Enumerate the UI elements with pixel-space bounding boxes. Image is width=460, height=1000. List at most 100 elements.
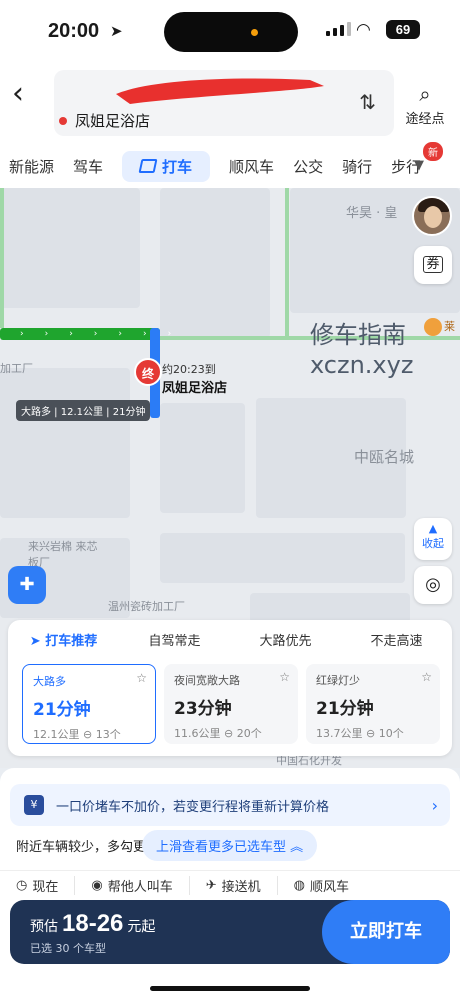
map-label: 中瓯名城 [354,448,415,466]
swap-icon[interactable]: ⇅ [359,90,376,114]
taxi-icon [138,159,158,173]
location-arrow-icon: ➤ [110,22,123,40]
order-bar: 预估 18-26 元起 已选 30 个车型 立即打车 [10,900,450,964]
new-badge: 新 [423,142,443,161]
arrival-time: 约20:23到 [162,363,216,376]
route-card-1[interactable]: 大路多 ☆ 21分钟 12.1公里 ⊖ 13个 [22,664,156,744]
route-tag: 大路多 [33,675,66,688]
option-tab-no-highway[interactable]: 不走高速 [341,630,452,649]
watermark-line1: 修车指南 [310,321,406,349]
route-options-card: ➤ 打车推荐 自驾常走 大路优先 不走高速 大路多 ☆ 21分钟 12.1公里 … [8,620,452,756]
back-chevron-icon[interactable]: ‹ [12,76,42,111]
status-time: 20:00 [48,20,100,42]
tab-drive[interactable]: 驾车 [73,156,103,177]
map-block [0,188,140,308]
route-meta: 13.7公里 ⊖ 10个 [316,727,404,740]
route-option-tabs: ➤ 打车推荐 自驾常走 大路优先 不走高速 [8,630,452,649]
fixed-price-banner[interactable]: ¥ 一口价堵车不加价，若变更行程将重新计算价格 › [10,784,450,826]
person-icon: ◉ [91,878,103,893]
more-tabs-icon[interactable]: ▼ [414,158,424,173]
wifi-icon: ◠ [356,20,371,40]
star-icon[interactable]: ☆ [279,670,290,684]
plane-icon: ✈ [205,878,217,893]
chevron-right-icon: › [431,795,438,815]
route-tag: 夜间宽敞大路 [174,674,240,687]
nearby-vehicles-text: 附近车辆较少，多勾更 [16,840,147,855]
tab-new-energy[interactable]: 新能源 [9,156,54,177]
green-road [285,188,289,338]
option-tab-self-drive[interactable]: 自驾常走 [119,630,230,649]
map-label: 华昊 · 皇 [346,206,398,221]
dynamic-island [164,12,298,52]
route-tag: 红绿灯少 [316,674,360,687]
route-duration: 21分钟 [316,699,374,719]
route-line-green: ››››››› [0,328,171,340]
map-label: 加工厂 [0,362,33,375]
service-call-for-others[interactable]: ◉ 帮他人叫车 [75,876,190,895]
route-meta: 11.6公里 ⊖ 20个 [174,727,262,740]
star-icon[interactable]: ☆ [421,670,432,684]
clock-icon: ◷ [16,878,28,893]
map-block [160,188,270,338]
route-duration: 23分钟 [174,699,232,719]
avatar[interactable] [412,196,452,236]
redaction-scribble [116,78,324,104]
service-airport[interactable]: ✈ 接送机 [190,876,278,895]
map-block [160,403,245,513]
map-block [160,533,405,583]
watermark-line2: xczn.xyz [310,351,414,379]
tab-taxi[interactable]: 打车 [122,150,211,182]
watermark: 修车指南 xczn.xyz [310,320,413,380]
collapse-label: 收起 [422,537,444,550]
slide-up-hint[interactable]: 上滑查看更多已选车型 ︽ [142,830,318,861]
destination-dot-icon [59,116,67,125]
bottom-sheet[interactable]: ¥ 一口价堵车不加价，若变更行程将重新计算价格 › 附近车辆较少，多勾更 上滑查… [0,768,460,1000]
coupon-button[interactable]: 券 [414,246,452,284]
route-meta: 12.1公里 ⊖ 13个 [33,728,121,741]
route-input-box[interactable]: 凤姐足浴店 ⇅ [54,70,394,136]
route-duration: 21分钟 [33,700,91,720]
route-card-2[interactable]: 夜间宽敞大路 ☆ 23分钟 11.6公里 ⊖ 20个 [164,664,298,744]
locate-icon[interactable]: ◎ [414,566,452,604]
service-now[interactable]: ◷ 现在 [0,876,76,895]
collapse-button[interactable]: ▲ 收起 [414,518,452,560]
privacy-dot [251,29,258,36]
tab-carpool[interactable]: 顺风车 [229,156,274,177]
banner-text: 一口价堵车不加价，若变更行程将重新计算价格 [56,799,330,815]
service-row: ◷ 现在 ◉ 帮他人叫车 ✈ 接送机 ◍ 顺风车 [0,870,460,900]
option-tab-recommended[interactable]: ➤ 打车推荐 [8,630,119,649]
star-icon[interactable]: ☆ [136,671,147,685]
home-indicator[interactable] [150,986,310,991]
end-marker-icon: 终 [134,358,162,386]
collapse-arrow-icon: ▲ [428,522,438,535]
price-range: 18-26 [62,910,124,937]
mode-tabs: 新能源 驾车 打车 顺风车 公交 骑行 步行 [0,148,460,184]
map-label: 莱 [444,320,455,333]
coupon-icon: 券 [423,256,443,273]
route-header: ‹ 凤姐足浴店 ⇅ ⌕ 途经点 新能源 驾车 打车 顺风车 公交 骑行 步行 新… [0,58,460,188]
map-block [250,593,410,623]
map-label: 来兴岩棉 来芯板厂 [28,540,98,569]
tab-transit[interactable]: 公交 [293,156,323,177]
tab-taxi-label: 打车 [162,157,193,176]
service-carpool[interactable]: ◍ 顺风车 [278,876,365,895]
tab-cycling[interactable]: 骑行 [342,156,372,177]
call-now-button[interactable]: 立即打车 [322,900,450,964]
selected-car-count[interactable]: 已选 30 个车型 [30,940,106,956]
search-icon: ⌕ [419,82,431,106]
price-estimate: 预估 18-26 元起 [30,910,156,937]
waypoint-button[interactable]: ⌕ 途经点 [402,82,448,127]
signal-icon [326,22,351,36]
status-bar: 20:00 ➤ ◠ 69 [0,0,460,58]
destination-text: 凤姐足浴店 [75,112,151,130]
safety-shield-icon[interactable]: ✚ [8,566,46,604]
car-icon: ◍ [293,878,305,893]
route-card-3[interactable]: 红绿灯少 ☆ 21分钟 13.7公里 ⊖ 10个 [306,664,440,744]
destination-row[interactable]: 凤姐足浴店 [59,110,150,131]
yen-shield-icon: ¥ [24,795,44,815]
poi-dot-icon [424,318,442,336]
route-info-tag: 大路多 | 12.1公里 | 21分钟 [16,400,151,421]
map-label: 温州瓷砖加工厂 [108,600,185,613]
battery-icon: 69 [386,20,420,39]
option-tab-main-roads[interactable]: 大路优先 [230,630,341,649]
